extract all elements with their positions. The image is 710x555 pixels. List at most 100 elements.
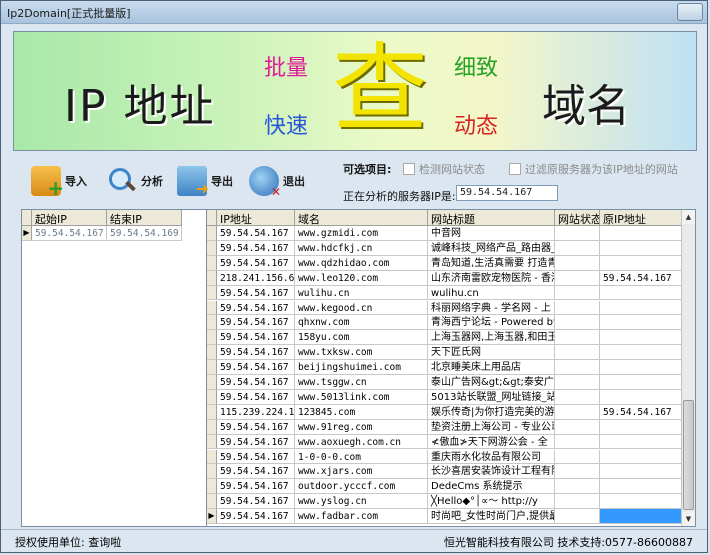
row-indicator[interactable]	[207, 419, 217, 435]
row-indicator[interactable]	[207, 300, 217, 316]
table-cell-title[interactable]: 上海玉器网,上海玉器,和田玉	[428, 330, 555, 346]
start-ip-cell[interactable]: 59.54.54.167	[32, 226, 107, 241]
table-cell-ip[interactable]: 59.54.54.167	[217, 240, 295, 256]
table-cell-origin[interactable]	[600, 375, 684, 390]
table-cell-ip[interactable]: 59.54.54.167	[217, 449, 295, 465]
col-header-ip[interactable]: IP地址	[217, 210, 295, 226]
table-cell-status[interactable]	[555, 226, 600, 241]
server-ip-field[interactable]: 59.54.54.167	[456, 185, 558, 201]
table-cell-title[interactable]: DedeCms 系统提示	[428, 479, 555, 495]
table-cell-domain[interactable]: www.leo120.com	[295, 270, 428, 286]
table-cell-ip[interactable]: 59.54.54.167	[217, 434, 295, 450]
row-indicator[interactable]	[207, 479, 217, 495]
table-cell-domain[interactable]: www.aoxuegh.com.cn	[295, 434, 428, 450]
exit-button[interactable]: 退出	[249, 163, 305, 199]
table-cell-status[interactable]	[555, 315, 600, 331]
col-header-start-ip[interactable]: 起始IP	[32, 210, 107, 226]
table-cell-domain[interactable]: 1-0-0-0.com	[295, 449, 428, 465]
table-cell-domain[interactable]: www.kegood.cn	[295, 300, 428, 316]
table-cell-domain[interactable]: beijingshuimei.com	[295, 360, 428, 375]
table-cell-origin[interactable]	[600, 464, 684, 480]
row-indicator[interactable]: ▶	[207, 509, 217, 524]
row-indicator[interactable]	[207, 240, 217, 256]
table-cell-title[interactable]: 青海西宁论坛 - Powered by	[428, 315, 555, 331]
table-cell-title[interactable]: ≮傲血≯天下网游公会 - 全	[428, 434, 555, 450]
row-indicator[interactable]	[207, 389, 217, 405]
table-cell-ip[interactable]: 59.54.54.167	[217, 285, 295, 301]
row-indicator[interactable]	[207, 464, 217, 480]
table-cell-ip[interactable]: 59.54.54.167	[217, 509, 295, 524]
table-cell-title[interactable]: 青岛知道,生活真需要 打造青	[428, 255, 555, 271]
table-cell-title[interactable]: 重庆雨水化妆品有限公司	[428, 449, 555, 465]
table-cell-domain[interactable]: www.yslog.cn	[295, 494, 428, 510]
scroll-down-icon[interactable]: ▼	[682, 512, 695, 526]
row-indicator[interactable]	[207, 330, 217, 346]
table-cell-domain[interactable]: www.5013link.com	[295, 389, 428, 405]
table-cell-origin[interactable]	[600, 479, 684, 495]
table-cell-domain[interactable]: www.tsggw.cn	[295, 375, 428, 390]
table-cell-status[interactable]	[555, 285, 600, 301]
table-cell-status[interactable]	[555, 389, 600, 405]
table-cell-origin[interactable]	[600, 494, 684, 510]
col-header-title[interactable]: 网站标题	[428, 210, 555, 226]
table-cell-status[interactable]	[555, 434, 600, 450]
row-indicator[interactable]	[207, 404, 217, 420]
table-cell-title[interactable]: 科丽网络字典 - 学名网 - 上	[428, 300, 555, 316]
table-cell-title[interactable]: 北京睡美床上用品店	[428, 360, 555, 375]
table-cell-origin[interactable]	[600, 285, 684, 301]
table-cell-status[interactable]	[555, 449, 600, 465]
table-cell-origin[interactable]	[600, 360, 684, 375]
row-indicator[interactable]	[207, 270, 217, 286]
scroll-up-icon[interactable]: ▲	[682, 210, 695, 224]
table-cell-domain[interactable]: www.txksw.com	[295, 345, 428, 361]
table-cell-title[interactable]: 中音网	[428, 226, 555, 241]
table-cell-status[interactable]	[555, 330, 600, 346]
row-indicator[interactable]	[207, 449, 217, 465]
table-cell-title[interactable]: 垫资注册上海公司 - 专业公司	[428, 419, 555, 435]
table-cell-status[interactable]	[555, 494, 600, 510]
table-cell-status[interactable]	[555, 255, 600, 271]
table-cell-ip[interactable]: 59.54.54.167	[217, 345, 295, 361]
close-button[interactable]	[677, 3, 703, 21]
table-cell-origin[interactable]	[600, 255, 684, 271]
table-cell-status[interactable]	[555, 345, 600, 361]
table-cell-ip[interactable]: 59.54.54.167	[217, 330, 295, 346]
row-indicator[interactable]	[207, 345, 217, 361]
check-site-status[interactable]: 检测网站状态	[403, 161, 485, 177]
table-cell-origin[interactable]	[600, 509, 684, 524]
row-indicator[interactable]	[207, 375, 217, 390]
table-cell-status[interactable]	[555, 240, 600, 256]
table-cell-title[interactable]: 娱乐传奇|为你打造完美的游戏	[428, 404, 555, 420]
table-cell-origin[interactable]	[600, 300, 684, 316]
row-indicator[interactable]	[207, 226, 217, 241]
table-cell-domain[interactable]: www.xjars.com	[295, 464, 428, 480]
row-indicator[interactable]	[207, 315, 217, 331]
table-cell-status[interactable]	[555, 464, 600, 480]
table-cell-title[interactable]: 泰山广告网&gt;&gt;泰安广告	[428, 375, 555, 390]
table-cell-status[interactable]	[555, 509, 600, 524]
table-cell-origin[interactable]	[600, 315, 684, 331]
table-cell-domain[interactable]: www.91reg.com	[295, 419, 428, 435]
table-cell-ip[interactable]: 218.241.156.68	[217, 270, 295, 286]
row-indicator[interactable]	[207, 434, 217, 450]
row-indicator[interactable]: ▶	[22, 226, 32, 241]
table-cell-status[interactable]	[555, 404, 600, 420]
table-cell-ip[interactable]: 59.54.54.167	[217, 375, 295, 390]
table-cell-domain[interactable]: outdoor.ycccf.com	[295, 479, 428, 495]
table-cell-domain[interactable]: www.gzmidi.com	[295, 226, 428, 241]
table-cell-ip[interactable]: 59.54.54.167	[217, 464, 295, 480]
export-button[interactable]: 导出	[177, 163, 233, 199]
table-cell-status[interactable]	[555, 479, 600, 495]
row-indicator[interactable]	[207, 255, 217, 271]
table-cell-title[interactable]: 5013站长联盟_网址链接_站长	[428, 389, 555, 405]
col-header-end-ip[interactable]: 结束IP	[107, 210, 182, 226]
table-cell-ip[interactable]: 59.54.54.167	[217, 226, 295, 241]
table-cell-title[interactable]: 诚峰科技_网络产品_路由器_	[428, 240, 555, 256]
table-cell-origin[interactable]	[600, 389, 684, 405]
row-indicator[interactable]	[207, 360, 217, 375]
table-cell-status[interactable]	[555, 270, 600, 286]
table-cell-domain[interactable]: www.hdcfkj.cn	[295, 240, 428, 256]
table-cell-ip[interactable]: 59.54.54.167	[217, 389, 295, 405]
table-cell-origin[interactable]	[600, 330, 684, 346]
table-cell-origin[interactable]	[600, 345, 684, 361]
